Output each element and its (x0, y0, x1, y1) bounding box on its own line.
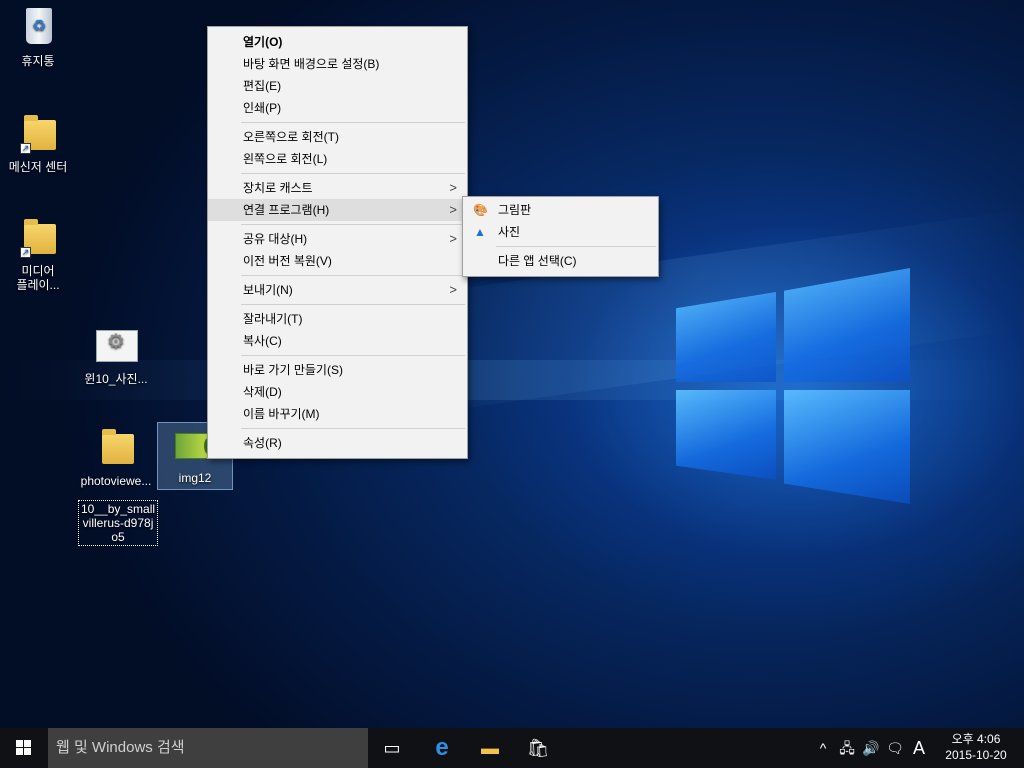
show-hidden-icons-chevron[interactable]: ^ (814, 728, 832, 768)
menu-item-print[interactable]: 인쇄(P) (208, 97, 467, 119)
network-icon[interactable]: 🖧 (836, 728, 858, 768)
menu-separator (241, 355, 465, 356)
desktop-icon-photoviewer-folder[interactable]: photoviewe... (78, 426, 154, 488)
desktop-icon-label: 메신저 센터 (8, 160, 68, 174)
paint-icon: 🎨 (473, 203, 488, 217)
menu-separator (496, 246, 656, 247)
menu-item-label: 보내기(N) (243, 283, 293, 297)
action-center-icon[interactable]: 🗨 (884, 728, 906, 768)
desktop-icon-media-player[interactable]: ↗ 미디어 플레이... (0, 216, 76, 292)
menu-item-cut[interactable]: 잘라내기(T) (208, 308, 467, 330)
submenu-item-label: 그림판 (498, 203, 532, 217)
menu-separator (241, 304, 465, 305)
submenu-arrow-icon: > (449, 202, 457, 217)
submenu-item-paint[interactable]: 🎨 그림판 (463, 199, 658, 221)
menu-item-rename[interactable]: 이름 바꾸기(M) (208, 403, 467, 425)
open-with-submenu: 🎨 그림판 ▲ 사진 다른 앱 선택(C) (462, 196, 659, 277)
desktop-icon-win10-photo[interactable]: ⚙ 윈10_사진... (78, 324, 154, 386)
desktop-icon-label: 휴지통 (21, 54, 55, 68)
desktop-icon-label[interactable]: 10__by_small villerus-d978j o5 (78, 500, 159, 546)
menu-item-cast-to-device[interactable]: 장치로 캐스트 > (208, 177, 467, 199)
menu-item-restore-previous[interactable]: 이전 버전 복원(V) (208, 250, 467, 272)
desktop-icon-label: photoviewe... (80, 474, 152, 488)
rename-label[interactable]: 10__by_small villerus-d978j o5 (78, 500, 159, 546)
settings-file-icon: ⚙ (96, 330, 138, 362)
clock-time: 오후 4:06 (951, 732, 1001, 746)
menu-item-copy[interactable]: 복사(C) (208, 330, 467, 352)
menu-separator (241, 122, 465, 123)
menu-item-delete[interactable]: 삭제(D) (208, 381, 467, 403)
menu-item-edit[interactable]: 편집(E) (208, 75, 467, 97)
menu-item-label: 공유 대상(H) (243, 232, 308, 246)
menu-item-label: 장치로 캐스트 (243, 181, 313, 195)
ime-indicator[interactable]: A (908, 728, 930, 768)
menu-separator (241, 173, 465, 174)
file-explorer-icon[interactable]: ▬ (466, 728, 514, 768)
submenu-item-label: 사진 (498, 225, 521, 239)
menu-separator (241, 275, 465, 276)
menu-item-set-wallpaper[interactable]: 바탕 화면 배경으로 설정(B) (208, 53, 467, 75)
desktop-icon-recycle-bin[interactable]: ♻ 휴지통 (0, 6, 76, 68)
menu-item-label: 연결 프로그램(H) (243, 203, 330, 217)
menu-item-rotate-left[interactable]: 왼쪽으로 회전(L) (208, 148, 467, 170)
desktop-icon-label: img12 (178, 471, 212, 485)
taskbar: 웹 및 Windows 검색 ▭ e ▬ 🛍 ^ 🖧 🔊 🗨 A 오후 4:06… (0, 728, 1024, 768)
desktop[interactable]: ♻ 휴지통 ↗ 메신저 센터 ↗ 미디어 플레이... ⚙ 윈10_사진... … (0, 0, 1024, 728)
windows-logo-wallpaper (660, 262, 920, 512)
folder-icon (102, 429, 134, 464)
submenu-arrow-icon: > (449, 282, 457, 297)
submenu-item-photos[interactable]: ▲ 사진 (463, 221, 658, 243)
desktop-icon-label: 미디어 플레이... (16, 264, 60, 292)
menu-item-open[interactable]: 열기(O) (208, 31, 467, 53)
menu-item-rotate-right[interactable]: 오른쪽으로 회전(T) (208, 126, 467, 148)
store-icon[interactable]: 🛍 (514, 728, 562, 768)
menu-item-send-to[interactable]: 보내기(N) > (208, 279, 467, 301)
task-view-icon[interactable]: ▭ (368, 728, 416, 768)
menu-separator (241, 224, 465, 225)
menu-item-properties[interactable]: 속성(R) (208, 432, 467, 454)
submenu-item-choose-another-app[interactable]: 다른 앱 선택(C) (463, 250, 658, 272)
desktop-icon-label: 윈10_사진... (84, 372, 148, 386)
clock-date: 2015-10-20 (945, 748, 1007, 762)
menu-item-create-shortcut[interactable]: 바로 가기 만들기(S) (208, 359, 467, 381)
search-box[interactable]: 웹 및 Windows 검색 (48, 728, 368, 768)
submenu-arrow-icon: > (449, 180, 457, 195)
photos-icon: ▲ (474, 225, 486, 239)
menu-item-share-with[interactable]: 공유 대상(H) > (208, 228, 467, 250)
menu-item-open-with[interactable]: 연결 프로그램(H) > (208, 199, 467, 221)
edge-icon[interactable]: e (418, 728, 466, 768)
submenu-arrow-icon: > (449, 231, 457, 246)
volume-icon[interactable]: 🔊 (860, 728, 882, 768)
windows-icon (16, 740, 23, 747)
clock[interactable]: 오후 4:06 2015-10-20 (936, 731, 1016, 763)
menu-separator (241, 428, 465, 429)
start-button[interactable] (0, 728, 48, 768)
desktop-icon-messenger-center[interactable]: ↗ 메신저 센터 (0, 112, 76, 174)
context-menu: 열기(O) 바탕 화면 배경으로 설정(B) 편집(E) 인쇄(P) 오른쪽으로… (207, 26, 468, 459)
